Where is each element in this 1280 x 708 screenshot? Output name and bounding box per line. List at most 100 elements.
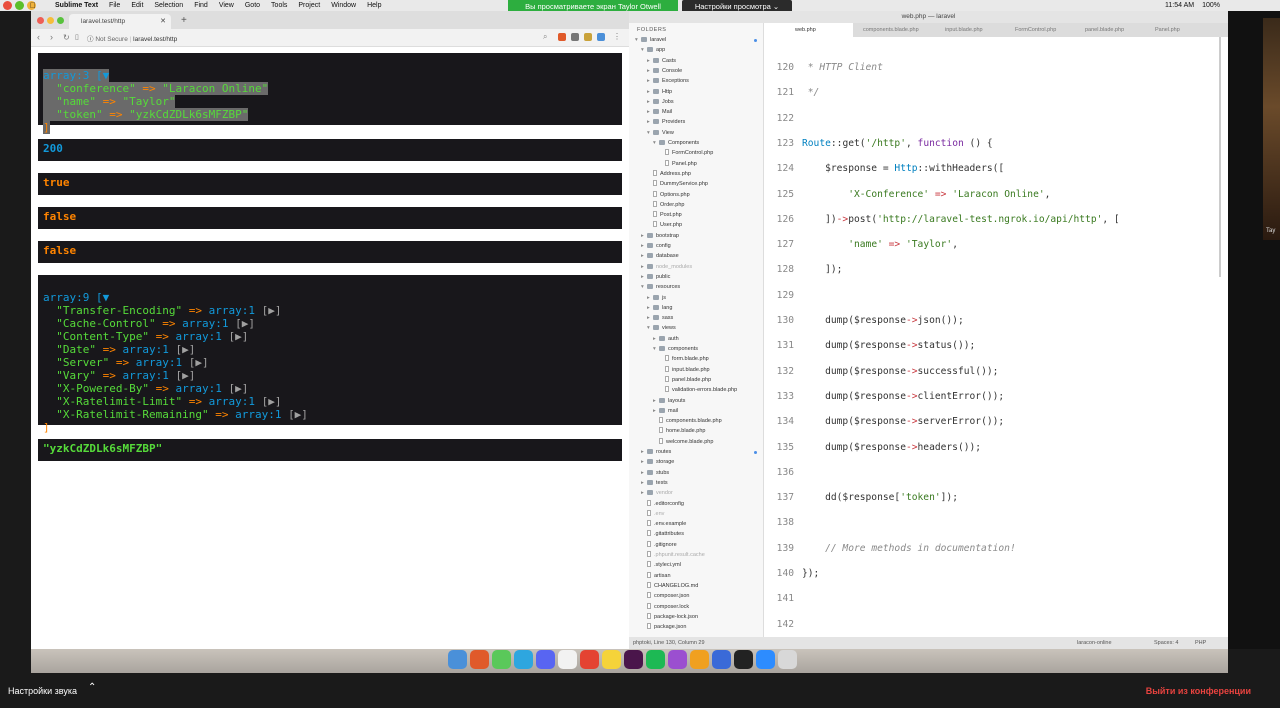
sidebar-file[interactable]: DummyService.php xyxy=(647,179,708,189)
close-icon[interactable]: ✕ xyxy=(160,14,166,29)
tab-panel-blade[interactable]: panel.blade.php xyxy=(1079,23,1145,37)
brave-icon[interactable] xyxy=(470,650,489,669)
messages-icon[interactable] xyxy=(492,650,511,669)
sidebar-file[interactable]: .env xyxy=(641,509,664,519)
sidebar-file[interactable]: User.php xyxy=(647,220,682,230)
code-line[interactable]: dump($response->serverError()); xyxy=(802,416,1004,427)
terminal-icon[interactable] xyxy=(734,650,753,669)
sidebar-file[interactable]: FormControl.php xyxy=(659,148,713,158)
dump-expand-toggle[interactable]: [▶] xyxy=(189,356,209,369)
sidebar-folder[interactable]: ▸ sass xyxy=(647,313,673,323)
code-editor[interactable]: 120 * HTTP Client 121 */122 123 Route::get(… xyxy=(764,37,1228,637)
tinkerwell-icon[interactable] xyxy=(712,650,731,669)
browser-zoom-icon[interactable] xyxy=(57,17,64,24)
sidebar-file[interactable]: .styleci.yml xyxy=(641,560,681,570)
sidebar-file[interactable]: artisan xyxy=(641,571,671,581)
code-line[interactable]: $response = Http::withHeaders([ xyxy=(802,163,1004,174)
dump-expand-toggle[interactable]: [▶] xyxy=(175,369,195,382)
menu-view[interactable]: View xyxy=(219,0,234,11)
code-line[interactable]: dd($response['token']); xyxy=(802,492,958,503)
sidebar-file[interactable]: form.blade.php xyxy=(659,354,709,364)
sidebar-file[interactable]: CHANGELOG.md xyxy=(641,581,698,591)
code-line[interactable]: dump($response->status()); xyxy=(802,340,975,351)
menu-window[interactable]: Window xyxy=(331,0,356,11)
sidebar-folder[interactable]: ▸ Casts xyxy=(647,56,676,66)
sidebar-folder[interactable]: ▸ js xyxy=(647,293,666,303)
sidebar-folder[interactable]: ▸ node_modules xyxy=(641,262,692,272)
code-line[interactable]: dump($response->json()); xyxy=(802,315,964,326)
tab-formcontrol[interactable]: FormControl.php xyxy=(1009,23,1075,37)
sidebar-folder[interactable]: ▸ bootstrap xyxy=(641,231,679,241)
menu-find[interactable]: Find xyxy=(194,0,208,11)
calendar-icon[interactable] xyxy=(558,650,577,669)
tab-web-php[interactable]: web.php xyxy=(789,23,853,37)
sidebar-file[interactable]: .gitignore xyxy=(641,540,677,550)
dump-expand-toggle[interactable]: [▶] xyxy=(235,317,255,330)
code-line[interactable]: ]); xyxy=(802,264,842,275)
new-tab-icon[interactable]: + xyxy=(181,15,187,26)
tab-panel-php[interactable]: Panel.php xyxy=(1149,23,1209,37)
code-line[interactable]: 'X-Conference' => 'Laracon Online', xyxy=(802,189,1050,200)
menu-app[interactable]: Sublime Text xyxy=(55,0,98,11)
sidebar-file[interactable]: Options.php xyxy=(647,190,690,200)
sidebar-file[interactable]: package.json xyxy=(641,622,686,632)
code-line[interactable]: * HTTP Client xyxy=(802,62,883,73)
code-line[interactable]: Route::get('/http', function () { xyxy=(802,138,993,149)
browser-close-icon[interactable] xyxy=(37,17,44,24)
sidebar-file[interactable]: panel.blade.php xyxy=(659,375,711,385)
sidebar-folder[interactable]: ▸ tests xyxy=(641,478,668,488)
sidebar-file[interactable]: Order.php xyxy=(647,200,684,210)
sidebar-folder[interactable]: ▾ views xyxy=(647,323,676,333)
code-line[interactable]: ])->post('http://laravel-test.ngrok.io/a… xyxy=(802,214,1120,225)
forward-icon[interactable]: › xyxy=(50,32,53,42)
sidebar-folder[interactable]: ▸ layouts xyxy=(653,396,685,406)
trash-icon[interactable] xyxy=(778,650,797,669)
sidebar-folder[interactable]: ▸ auth xyxy=(653,334,679,344)
sidebar-folder[interactable]: ▸ lang xyxy=(647,303,672,313)
bookmark-icon[interactable]: ▯ xyxy=(75,33,79,41)
sidebar-folder[interactable]: ▸ database xyxy=(641,251,679,261)
extension-icon-2[interactable] xyxy=(584,33,592,41)
sidebar-file[interactable]: composer.json xyxy=(641,591,689,601)
sidebar-folder[interactable]: ▾ resources xyxy=(641,282,680,292)
dump-expand-toggle[interactable]: [▶] xyxy=(175,343,195,356)
extension-icon-3[interactable] xyxy=(597,33,605,41)
dump-expand-toggle[interactable]: [▶] xyxy=(262,395,282,408)
sidebar-file[interactable]: .editorconfig xyxy=(641,499,684,509)
notes-icon[interactable] xyxy=(602,650,621,669)
search-icon[interactable]: ⌕ xyxy=(543,32,551,41)
code-line[interactable]: dump($response->successful()); xyxy=(802,366,998,377)
tab-components-blade[interactable]: components.blade.php xyxy=(857,23,935,37)
sidebar-file[interactable]: .env.example xyxy=(641,519,686,529)
sidebar-file[interactable]: Address.php xyxy=(647,169,691,179)
code-line[interactable]: 'name' => 'Taylor', xyxy=(802,239,958,250)
brave-shield-icon[interactable] xyxy=(558,33,566,41)
sidebar-file[interactable]: validation-errors.blade.php xyxy=(659,385,737,395)
menu-tools[interactable]: Tools xyxy=(271,0,287,11)
tab-input-blade[interactable]: input.blade.php xyxy=(939,23,1005,37)
sidebar-file[interactable]: components.blade.php xyxy=(653,416,722,426)
sidebar-file[interactable]: Post.php xyxy=(647,210,682,220)
sidebar-folder[interactable]: ▾ app xyxy=(641,45,665,55)
sidebar-file[interactable]: welcome.blade.php xyxy=(653,437,713,447)
sidebar-folder[interactable]: ▸ Http xyxy=(647,87,672,97)
browser-tab[interactable]: laravel.test/http ✕ xyxy=(69,14,171,29)
sidebar-folder[interactable]: ▸ mail xyxy=(653,406,678,416)
apple-icon[interactable]:  xyxy=(30,0,36,11)
menubar-time[interactable]: 11:54 AM xyxy=(1165,0,1194,11)
scrollbar[interactable] xyxy=(1219,37,1221,277)
chevron-up-icon[interactable]: ⌃ xyxy=(88,682,96,693)
code-line[interactable]: dump($response->clientError()); xyxy=(802,391,1004,402)
dump-headers-header[interactable]: array:9 [▼ xyxy=(43,291,109,304)
sidebar-folder[interactable]: ▸ Mail xyxy=(647,107,672,117)
menu-goto[interactable]: Goto xyxy=(245,0,260,11)
browser-minimize-icon[interactable] xyxy=(47,17,54,24)
zoom-icon[interactable] xyxy=(756,650,775,669)
menu-help[interactable]: Help xyxy=(367,0,381,11)
sidebar-folder[interactable]: ▸ Providers xyxy=(647,117,685,127)
zoom-green-icon[interactable] xyxy=(15,1,24,10)
sidebar-folder[interactable]: ▸ vendor xyxy=(641,488,673,498)
code-line[interactable]: dump($response->headers()); xyxy=(802,442,981,453)
code-line[interactable]: }); xyxy=(802,568,819,579)
sidebar-folder[interactable]: ▸ Exceptions xyxy=(647,76,689,86)
